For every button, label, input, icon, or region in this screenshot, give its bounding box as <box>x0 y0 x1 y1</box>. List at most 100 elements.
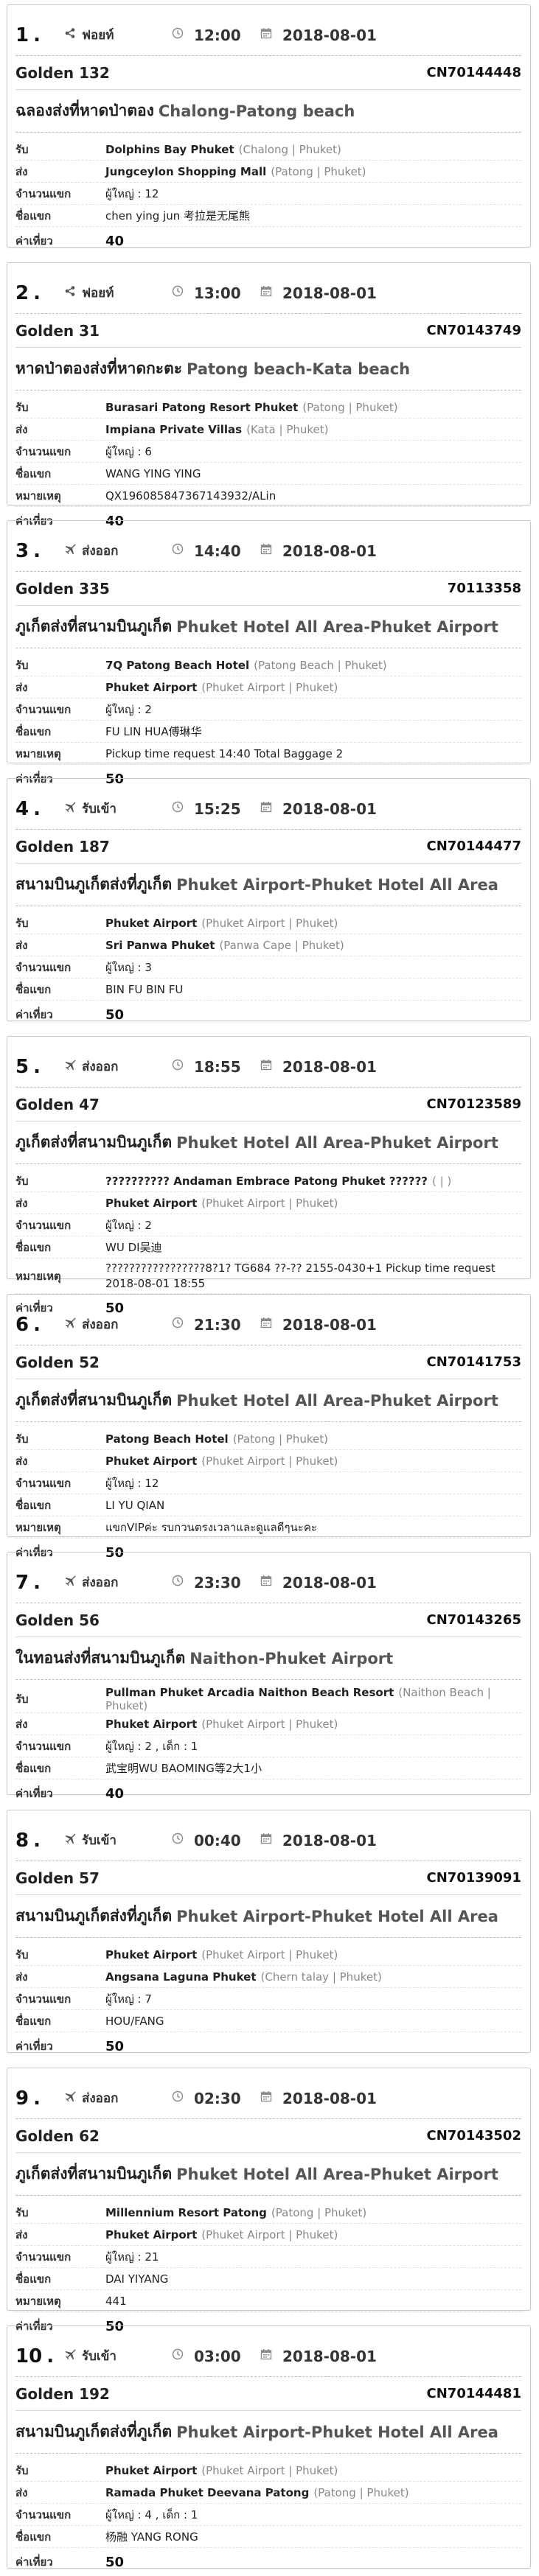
order-number: 9. <box>15 2089 61 2108</box>
order-index-dot: . <box>33 539 41 562</box>
order-card[interactable]: 8. รับเข้า 00:40 2018-08-01 Golden 57 CN70139… <box>7 1810 531 2054</box>
order-code: CN70144477 <box>426 839 521 854</box>
guest-name: ชื่อแขก chen ying jun 考拉是无尾熊 <box>15 205 521 227</box>
pickup-place-location: (Patong | Phuket) <box>232 1432 328 1446</box>
order-card[interactable]: 1. ฟอยท์ 12:00 2018-08-01 Golden 132 CN701444… <box>7 4 531 249</box>
passenger-count: จำนวนแขก ผู้ใหญ่ : 4 , เด็ก : 1 <box>15 2504 521 2526</box>
dropoff-place: ส่ง Phuket Airport (Phuket Airport | Phuke… <box>15 1713 521 1735</box>
dropoff-place-value: Angsana Laguna Phuket (Chern talay | Phuk… <box>105 1970 382 1984</box>
pickup-date: 2018-08-01 <box>260 1058 377 1076</box>
order-card[interactable]: 3. ส่งออก 14:40 2018-08-01 Golden 335 7011335… <box>7 520 531 787</box>
passenger-count: จำนวนแขก ผู้ใหญ่ : 12 <box>15 183 521 205</box>
route-title: สนามบินภูเก็ตส่งที่ภูเก็ต Phuket Airport-… <box>15 864 521 906</box>
clock-icon <box>172 285 194 301</box>
time-value: 02:30 <box>194 2089 241 2107</box>
dropoff-place-label: ส่ง <box>15 2485 28 2499</box>
vehicle-name: Golden 132 <box>15 63 110 82</box>
clock-icon <box>172 1317 194 1332</box>
pickup-place-label: รับ <box>15 2463 29 2477</box>
order-index-dot: . <box>33 797 41 820</box>
dropoff-place-value: Phuket Airport (Phuket Airport | Phuket) <box>105 2228 338 2241</box>
pickup-place-label: รับ <box>15 1432 29 1446</box>
pickup-date: 2018-08-01 <box>260 1832 377 1849</box>
order-header: 5. ส่งออก 18:55 2018-08-01 <box>15 1046 521 1088</box>
pickup-time: 18:55 <box>172 1058 253 1076</box>
calendar-icon <box>260 2090 282 2106</box>
vehicle-name: Golden 56 <box>15 1611 100 1629</box>
service-label: ส่งออก <box>82 2091 119 2106</box>
order-details: รับ Dolphins Bay Phuket (Chalong | Phuket)… <box>15 133 521 255</box>
guest-name-value: BIN FU BIN FU <box>105 982 184 996</box>
vehicle-row: Golden 57 CN70139091 <box>15 1861 521 1895</box>
route-english: Phuket Hotel All Area-Phuket Airport <box>176 617 498 636</box>
trip-price: ค่าเที่ยว 40 <box>15 1779 521 1807</box>
service-type: ฟอยท์ <box>61 283 172 303</box>
order-card[interactable]: 5. ส่งออก 18:55 2018-08-01 Golden 47 CN701235… <box>7 1036 531 1316</box>
pickup-time: 23:30 <box>172 1574 253 1592</box>
order-header: 3. ส่งออก 14:40 2018-08-01 <box>15 531 521 572</box>
order-header: 1. ฟอยท์ 12:00 2018-08-01 <box>15 15 521 56</box>
dropoff-place: ส่ง Phuket Airport (Phuket Airport | Phuke… <box>15 676 521 699</box>
pickup-place-value: Patong Beach Hotel (Patong | Phuket) <box>105 1432 328 1446</box>
service-label: ส่งออก <box>82 1317 119 1332</box>
guest-name: ชื่อแขก LI YU QIAN <box>15 1494 521 1516</box>
trip-price: ค่าเที่ยว 50 <box>15 2548 521 2576</box>
dropoff-place: ส่ง Sri Panwa Phuket (Panwa Cape | Phuket) <box>15 934 521 956</box>
service-type: รับเข้า <box>61 2346 172 2366</box>
dropoff-place-label: ส่ง <box>15 1717 28 1731</box>
pickup-place-label: รับ <box>15 2205 29 2219</box>
vehicle-name: Golden 31 <box>15 321 100 340</box>
pickup-place-value: ?????????? Andaman Embrace Patong Phuket… <box>105 1175 451 1188</box>
pickup-place-name: Phuket Airport <box>105 916 198 930</box>
guest-name-value: 武宝明WU BAOMING等2大1小 <box>105 1762 262 1775</box>
note: หมายเหตุ แขกVIPค่ะ รบกวนตรงเวลาและดูแลดีๆ… <box>15 1516 521 1539</box>
pickup-place-value: Phuket Airport (Phuket Airport | Phuket) <box>105 1948 338 1961</box>
order-header: 6. ส่งออก 21:30 2018-08-01 <box>15 1304 521 1345</box>
passenger-count: จำนวนแขก ผู้ใหญ่ : 7 <box>15 1988 521 2010</box>
share-icon <box>61 27 79 43</box>
order-card[interactable]: 2. ฟอยท์ 13:00 2018-08-01 Golden 31 CN7014374… <box>7 262 531 529</box>
time-value: 21:30 <box>194 1315 241 1334</box>
order-code: CN70143502 <box>426 2128 521 2143</box>
date-value: 2018-08-01 <box>282 799 377 818</box>
order-code: CN70141753 <box>426 1354 521 1370</box>
note-value: QX196085847367143932/ALin <box>105 489 277 503</box>
order-card[interactable]: 4. รับเข้า 15:25 2018-08-01 Golden 187 CN7014… <box>7 778 531 1023</box>
order-card[interactable]: 9. ส่งออก 02:30 2018-08-01 Golden 62 CN701435… <box>7 2068 531 2334</box>
service-label: ส่งออก <box>82 544 119 559</box>
route-english: Phuket Hotel All Area-Phuket Airport <box>176 1391 498 1410</box>
order-code: 70113358 <box>447 581 521 596</box>
service-label: รับเข้า <box>82 2349 117 2364</box>
pickup-place-name: Pullman Phuket Arcadia Naithon Beach Res… <box>105 1686 394 1699</box>
order-card[interactable]: 7. ส่งออก 23:30 2018-08-01 Golden 56 CN701432… <box>7 1552 531 1802</box>
plane-icon <box>61 1317 79 1332</box>
guest-name-label: ชื่อแขก <box>15 982 52 996</box>
vehicle-row: Golden 47 CN70123589 <box>15 1088 521 1121</box>
route-thai: ฉลองส่งที่หาดป่าตอง <box>15 102 154 119</box>
order-card[interactable]: 10. รับเข้า 03:00 2018-08-01 Golden 192 CN701… <box>7 2325 531 2570</box>
passenger-count-label: จำนวนแขก <box>15 1992 72 2006</box>
guest-name-value: 杨融 YANG RONG <box>105 2530 198 2544</box>
share-icon <box>61 285 79 301</box>
order-card[interactable]: 6. ส่งออก 21:30 2018-08-01 Golden 52 CN701417… <box>7 1294 531 1561</box>
dropoff-place-name: Ramada Phuket Deevana Patong <box>105 2485 310 2499</box>
trip-price-value: 40 <box>105 1785 125 1802</box>
note: หมายเหตุ ?????????????????8?1? TG684 ??-?… <box>15 1259 521 1294</box>
dropoff-place-value: Sri Panwa Phuket (Panwa Cape | Phuket) <box>105 939 344 952</box>
vehicle-row: Golden 52 CN70141753 <box>15 1345 521 1379</box>
note-label: หมายเหตุ <box>15 2294 61 2308</box>
vehicle-row: Golden 335 70113358 <box>15 572 521 606</box>
dropoff-place-name: Jungceylon Shopping Mall <box>105 164 267 178</box>
vehicle-name: Golden 57 <box>15 1869 100 1887</box>
order-number: 5. <box>15 1057 61 1077</box>
passenger-count-label: จำนวนแขก <box>15 2507 72 2521</box>
trip-price-label: ค่าเที่ยว <box>15 1787 53 1800</box>
order-index-dot: . <box>33 2087 41 2110</box>
passenger-count-value: ผู้ใหญ่ : 4 , เด็ก : 1 <box>105 2507 198 2521</box>
order-header: 4. รับเข้า 15:25 2018-08-01 <box>15 788 521 830</box>
pickup-place: รับ Pullman Phuket Arcadia Naithon Beach … <box>15 1686 521 1713</box>
service-type: รับเข้า <box>61 1830 172 1850</box>
time-value: 23:30 <box>194 1573 241 1592</box>
route-title: ภูเก็ตส่งที่สนามบินภูเก็ต Phuket Hotel Al… <box>15 1379 521 1422</box>
note-label: หมายเหตุ <box>15 746 61 760</box>
